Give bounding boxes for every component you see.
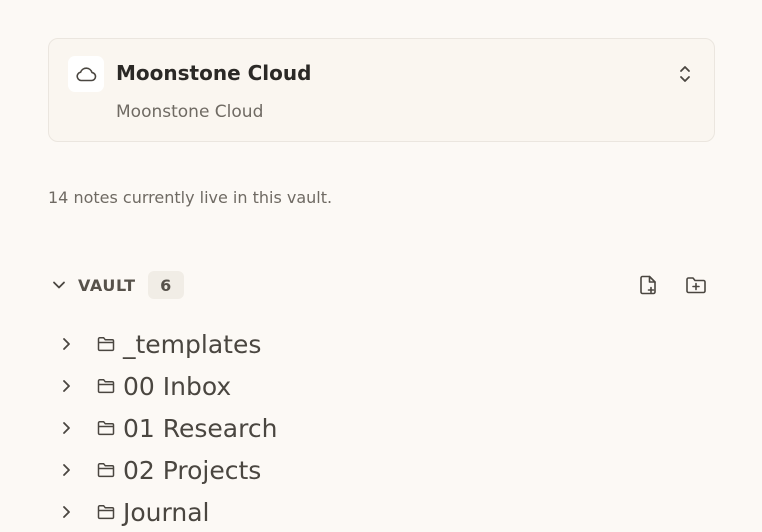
tree-item-label: 00 Inbox	[123, 371, 232, 401]
tree-item-label: 01 Research	[123, 413, 278, 443]
note-count-text: 14 notes currently live in this vault.	[48, 188, 333, 207]
notes-sidebar: { "vault": { "name": "Moonstone Cloud", …	[0, 0, 762, 532]
new-note-icon[interactable]	[635, 272, 661, 298]
folder-icon	[96, 418, 116, 438]
tree-item-label: Journal	[123, 497, 210, 527]
chevron-right-icon[interactable]	[56, 376, 76, 396]
vault-switcher-card[interactable]: Moonstone Cloud Moonstone Cloud	[48, 38, 715, 142]
chevron-right-icon[interactable]	[56, 418, 76, 438]
cloud-icon	[68, 56, 104, 92]
vault-section-label: VAULT	[78, 275, 136, 295]
new-folder-icon[interactable]	[683, 272, 709, 298]
chevron-down-icon[interactable]	[48, 274, 70, 296]
tree-item-journal[interactable]: Journal	[56, 493, 209, 531]
folder-icon	[96, 334, 116, 354]
tree-item-label: _templates	[123, 329, 262, 359]
tree-item-templates[interactable]: _templates	[56, 325, 261, 363]
tree-item-inbox[interactable]: 00 Inbox	[56, 367, 231, 405]
folder-icon	[96, 460, 116, 480]
vault-subtitle: Moonstone Cloud	[116, 102, 264, 122]
vault-name: Moonstone Cloud	[116, 61, 312, 85]
note-count-badge: 6	[147, 271, 184, 299]
folder-icon	[96, 502, 116, 522]
tree-item-projects[interactable]: 02 Projects	[56, 451, 261, 489]
tree-item-research[interactable]: 01 Research	[56, 409, 277, 447]
vault-section-header[interactable]: VAULT 6	[48, 270, 184, 300]
tree-item-label: 02 Projects	[123, 455, 262, 485]
folder-icon	[96, 376, 116, 396]
chevron-right-icon[interactable]	[56, 460, 76, 480]
chevron-right-icon[interactable]	[56, 502, 76, 522]
chevron-right-icon[interactable]	[56, 334, 76, 354]
chevrons-up-down-icon[interactable]	[675, 63, 695, 85]
